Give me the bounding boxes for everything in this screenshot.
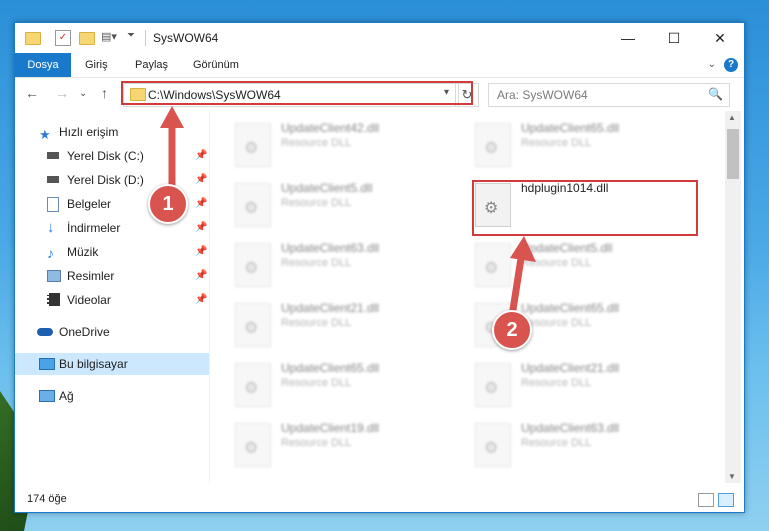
arrow-1-head [160,106,184,128]
annotation-arrows [160,106,536,317]
step-2-badge: 2 [492,310,532,350]
arrow-2-shaft [508,251,526,317]
step-1-badge: 1 [148,184,188,224]
arrow-2-head [510,236,536,262]
